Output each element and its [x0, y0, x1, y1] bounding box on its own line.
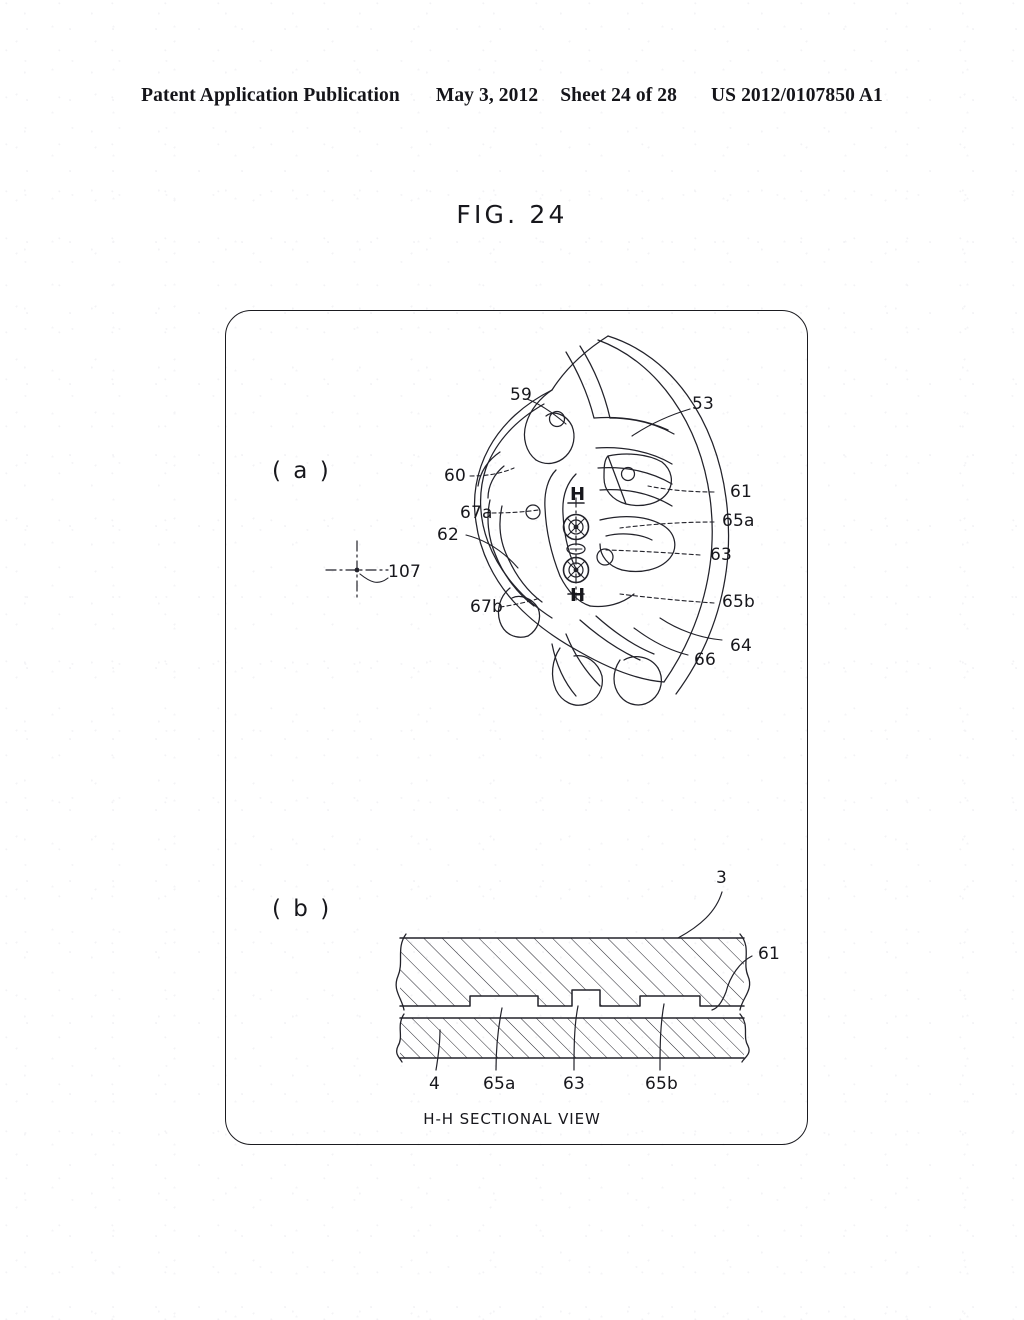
ref-62: 62 [437, 525, 460, 545]
ref-107: 107 [388, 562, 422, 582]
ref-64: 64 [730, 636, 753, 656]
sectional-view-caption: H-H SECTIONAL VIEW [423, 1110, 601, 1128]
ref-3: 3 [716, 868, 728, 888]
header-sheet: Sheet 24 of 28 [560, 85, 677, 106]
section-mark-h-top: H [570, 484, 586, 505]
subfigure-label-a: ( a ) [272, 458, 332, 484]
ref-65b-a: 65b [722, 592, 756, 612]
ref-61-b: 61 [758, 944, 781, 964]
ref-60: 60 [444, 466, 467, 486]
ref-63-a: 63 [710, 545, 733, 565]
ref-59: 59 [510, 385, 533, 405]
ref-4: 4 [429, 1074, 441, 1094]
section-mark-h-bottom: H [570, 585, 586, 606]
subfigure-label-b: ( b ) [272, 896, 332, 922]
ref-61-a: 61 [730, 482, 753, 502]
ref-53: 53 [692, 394, 715, 414]
page-header: Patent Application Publication May 3, 201… [0, 85, 1024, 107]
figure-title: FIG. 24 [456, 200, 568, 229]
header-date: May 3, 2012 [435, 85, 539, 106]
ref-66: 66 [694, 650, 717, 670]
ref-67b: 67b [470, 597, 504, 617]
ref-65a-a: 65a [722, 511, 755, 531]
header-doc-number: US 2012/0107850 A1 [710, 85, 883, 106]
ref-63-b: 63 [563, 1074, 586, 1094]
ref-65b-b: 65b [645, 1074, 679, 1094]
header-publication: Patent Application Publication [141, 85, 400, 106]
figure-frame [225, 310, 808, 1145]
ref-67a: 67a [460, 503, 493, 523]
ref-65a-b: 65a [483, 1074, 516, 1094]
